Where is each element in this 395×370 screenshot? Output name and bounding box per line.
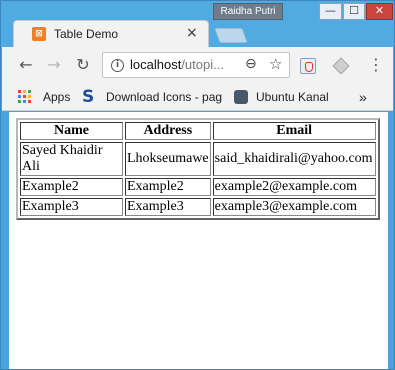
- extension-shield-icon[interactable]: [300, 58, 316, 74]
- cell-address: Example2: [125, 178, 211, 196]
- bookmark-apps[interactable]: Apps: [43, 88, 70, 106]
- download-icons-favicon-icon: S: [82, 87, 95, 107]
- close-window-button[interactable]: ✕: [366, 3, 393, 20]
- title-bar: ⊠ Table Demo × Raidha Putri — ☐ ✕: [1, 1, 394, 48]
- new-tab-button[interactable]: [214, 28, 248, 43]
- cell-name: Sayed Khaidir Ali: [20, 142, 123, 176]
- profile-button[interactable]: Raidha Putri: [213, 3, 283, 20]
- reload-icon[interactable]: ↻: [73, 55, 93, 75]
- url-host: localhost: [130, 57, 182, 72]
- info-icon[interactable]: i: [111, 59, 124, 72]
- bookmark-ubuntu-kanal[interactable]: Ubuntu Kanal: [256, 88, 329, 106]
- tab-table-demo[interactable]: ⊠ Table Demo ×: [13, 20, 209, 48]
- cell-name: Example3: [20, 198, 123, 216]
- apps-grid-icon[interactable]: [18, 90, 32, 104]
- zoom-out-icon[interactable]: ⊖: [245, 56, 257, 72]
- tab-title: Table Demo: [54, 27, 119, 41]
- bookmarks-overflow-icon[interactable]: »: [359, 88, 367, 106]
- tab-close-icon[interactable]: ×: [186, 25, 198, 41]
- table-header-row: Name Address Email: [20, 122, 376, 140]
- cell-email: said_khaidirali@yahoo.com: [212, 142, 376, 176]
- cell-address: Lhokseumawe: [125, 142, 211, 176]
- url-text[interactable]: localhost/utopi...: [130, 57, 224, 72]
- browser-window: ⊠ Table Demo × Raidha Putri — ☐ ✕ ← → ↻ …: [0, 0, 395, 370]
- table-row: Example2 Example2 example2@example.com: [20, 178, 376, 196]
- address-bar[interactable]: i localhost/utopi... ⊖ ☆: [102, 52, 290, 78]
- data-table: Name Address Email Sayed Khaidir Ali Lho…: [16, 118, 380, 220]
- cell-name: Example2: [20, 178, 123, 196]
- browser-toolbar: ← → ↻ i localhost/utopi... ⊖ ☆ ⋮: [2, 47, 393, 83]
- maximize-button[interactable]: ☐: [343, 3, 365, 20]
- back-arrow-icon[interactable]: ←: [16, 55, 36, 75]
- page-content: Name Address Email Sayed Khaidir Ali Lho…: [9, 112, 388, 369]
- bookmarks-bar: Apps S Download Icons - pag Ubuntu Kanal…: [2, 83, 393, 111]
- minimize-button[interactable]: —: [319, 3, 342, 20]
- bookmark-download-icons[interactable]: Download Icons - pag: [106, 88, 224, 106]
- table-row: Example3 Example3 example3@example.com: [20, 198, 376, 216]
- forward-arrow-icon[interactable]: →: [44, 55, 64, 75]
- url-path: /utopi...: [181, 57, 224, 72]
- xampp-favicon-icon: ⊠: [32, 27, 46, 41]
- header-name: Name: [20, 122, 123, 140]
- header-email: Email: [212, 122, 376, 140]
- cell-email: example2@example.com: [212, 178, 376, 196]
- menu-icon[interactable]: ⋮: [368, 55, 384, 74]
- extension-cube-icon[interactable]: [332, 57, 350, 75]
- header-address: Address: [125, 122, 211, 140]
- cell-email: example3@example.com: [212, 198, 376, 216]
- ubuntu-kanal-favicon-icon: [234, 90, 248, 104]
- cell-address: Example3: [125, 198, 211, 216]
- bookmark-star-icon[interactable]: ☆: [269, 55, 282, 73]
- table-row: Sayed Khaidir Ali Lhokseumawe said_khaid…: [20, 142, 376, 176]
